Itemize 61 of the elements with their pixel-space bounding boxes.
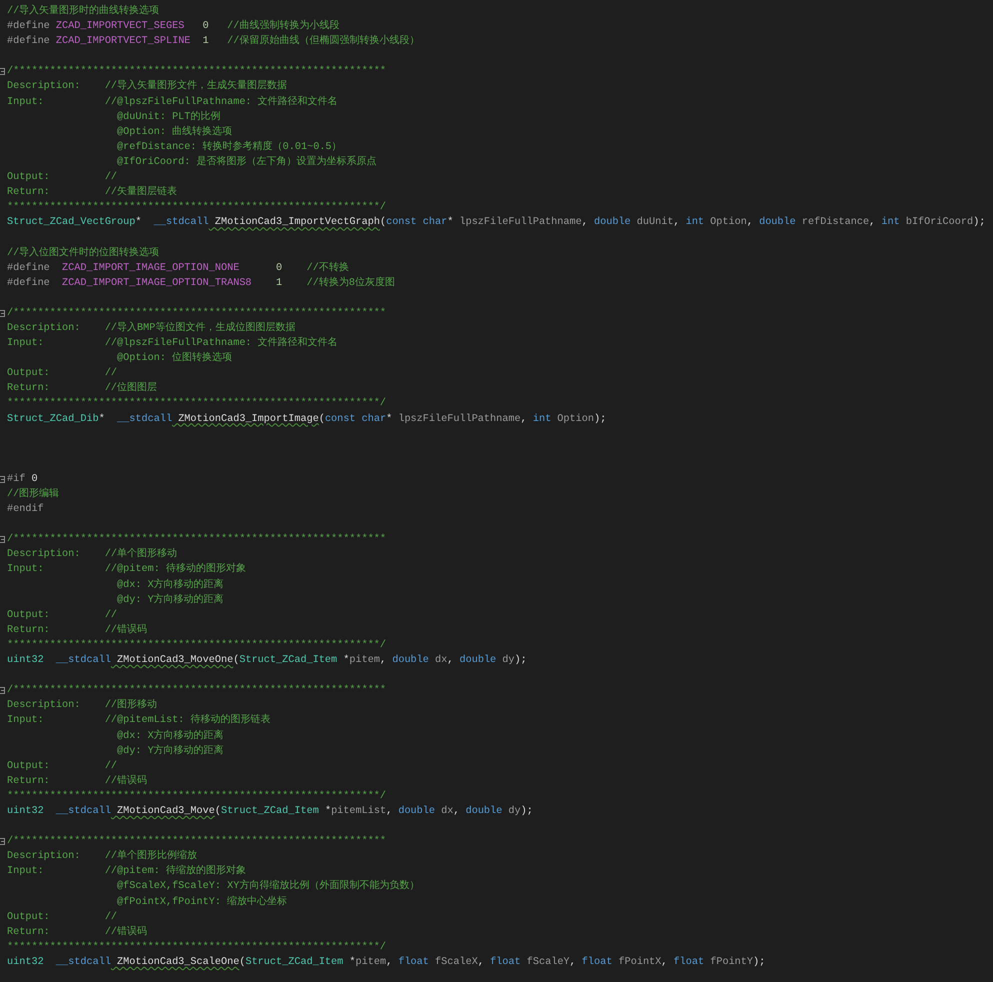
code-line: uint32 __stdcall ZMotionCad3_Move(Struct_ZCad_Item *pitemList, double dx, double dy); (6, 804, 533, 819)
fold-icon[interactable] (0, 68, 5, 76)
code-line: //图形编辑 (6, 487, 60, 502)
code-line: uint32 __stdcall ZMotionCad3_MoveOne(Struct_ZCad_Item *pitem, double dx, double dy); (6, 654, 527, 668)
code-line: Input: //@pitemList: 待移动的图形链表 (6, 713, 270, 728)
code-line: @duUnit: PLT的比例 (116, 110, 220, 125)
code-line: @refDistance: 转换时参考精度（0.01~0.5） (116, 140, 342, 155)
code-line: *************************************************************/ (6, 790, 386, 804)
code-line: #if 0 (6, 472, 38, 487)
code-line: Struct_ZCad_Dib* __stdcall ZMotionCad3_ImportImage(const char* lpszFileFullPathname, int Option); (6, 412, 606, 427)
code-line: Return: //错误码 (6, 623, 148, 638)
code-line: Description: //单个图形比例缩放 (6, 849, 198, 864)
code-line: /************************************************************* (6, 64, 386, 80)
code-line: @dx: X方向移动的距离 (116, 728, 224, 744)
fold-icon[interactable] (0, 310, 5, 317)
fold-icon[interactable] (0, 687, 5, 694)
code-line: *************************************************************/ (6, 940, 386, 955)
code-line: #define ZCAD_IMPORTVECT_SPLINE 1 //保留原始曲线（但椭圆强制转换小线段） (6, 34, 420, 50)
code-line: @fPointX,fPointY: 缩放中心坐标 (116, 894, 288, 910)
code-line: @IfOriCoord: 是否将图形（左下角）设置为坐标系原点 (116, 154, 377, 170)
fold-icon[interactable] (0, 476, 5, 483)
code-line: Description: //图形移动 (6, 698, 158, 714)
code-line: Output: // (6, 170, 118, 186)
code-line: @fScaleX,fScaleY: XY方向得缩放比例（外面限制不能为负数） (116, 879, 420, 894)
code-line: /************************************************************* (6, 684, 386, 698)
code-line: uint32 __stdcall ZMotionCad3_ScaleOne(Struct_ZCad_Item *pitem, float fScaleX, float fScaleY, float fPointX, float fPointY); (6, 956, 766, 970)
code-line: Return: //位图图层 (6, 381, 158, 396)
code-line: Input: //@lpszFileFullPathname: 文件路径和文件名 (6, 336, 338, 352)
code-line: Input: //@pitem: 待移动的图形对象 (6, 562, 246, 578)
code-line: Return: //错误码 (6, 925, 148, 940)
code-line: @Option: 曲线转换选项 (116, 124, 232, 140)
code-line: @dy: Y方向移动的距离 (116, 592, 224, 608)
code-line: #define ZCAD_IMPORTVECT_SEGES 0 //曲线强制转换为小线段 (6, 19, 340, 34)
code-line: //导入矢量图形时的曲线转换选项 (6, 4, 160, 19)
code-line: Return: //错误码 (6, 774, 148, 789)
code-line: #define ZCAD_IMPORT_IMAGE_OPTION_TRANS8 1 //转换为8位灰度图 (6, 276, 395, 291)
code-line: Struct_ZCad_VectGroup* __stdcall ZMotionCad3_ImportVectGraph(const char* lpszFileFullPathname, double duUnit, int Option, double refDistance, int bIfOriCoord); (6, 216, 986, 230)
fold-icon[interactable] (0, 838, 5, 846)
code-line: @Option: 位图转换选项 (116, 351, 232, 366)
code-line: /************************************************************* (6, 306, 386, 321)
fold-icon[interactable] (0, 536, 5, 544)
code-line: Input: //@pitem: 待缩放的图形对象 (6, 864, 246, 880)
code-line: *************************************************************/ (6, 200, 386, 216)
code-line: Description: //单个图形移动 (6, 547, 178, 562)
code-line: #endif (6, 502, 44, 518)
code-line: Return: //矢量图层链表 (6, 185, 178, 200)
code-line: #define ZCAD_IMPORT_IMAGE_OPTION_NONE 0 //不转换 (6, 261, 349, 276)
code-line: Output: // (6, 910, 118, 925)
code-line: /************************************************************* (6, 532, 386, 548)
code-line: @dy: Y方向移动的距离 (116, 744, 224, 759)
code-line: *************************************************************/ (6, 638, 386, 653)
code-line: //导入位图文件时的位图转换选项 (6, 246, 160, 260)
code-line: /************************************************************* (6, 834, 386, 850)
code-line: Description: //导入BMP等位图文件，生成位图图层数据 (6, 320, 296, 336)
code-line: Output: // (6, 608, 118, 623)
code-line: Description: //导入矢量图形文件，生成矢量图层数据 (6, 79, 288, 94)
code-line: Output: // (6, 366, 118, 382)
code-line: *************************************************************/ (6, 396, 386, 412)
code-line: @dx: X方向移动的距离 (116, 578, 224, 593)
code-line: Output: // (6, 760, 118, 774)
code-line: Input: //@lpszFileFullPathname: 文件路径和文件名 (6, 94, 338, 110)
